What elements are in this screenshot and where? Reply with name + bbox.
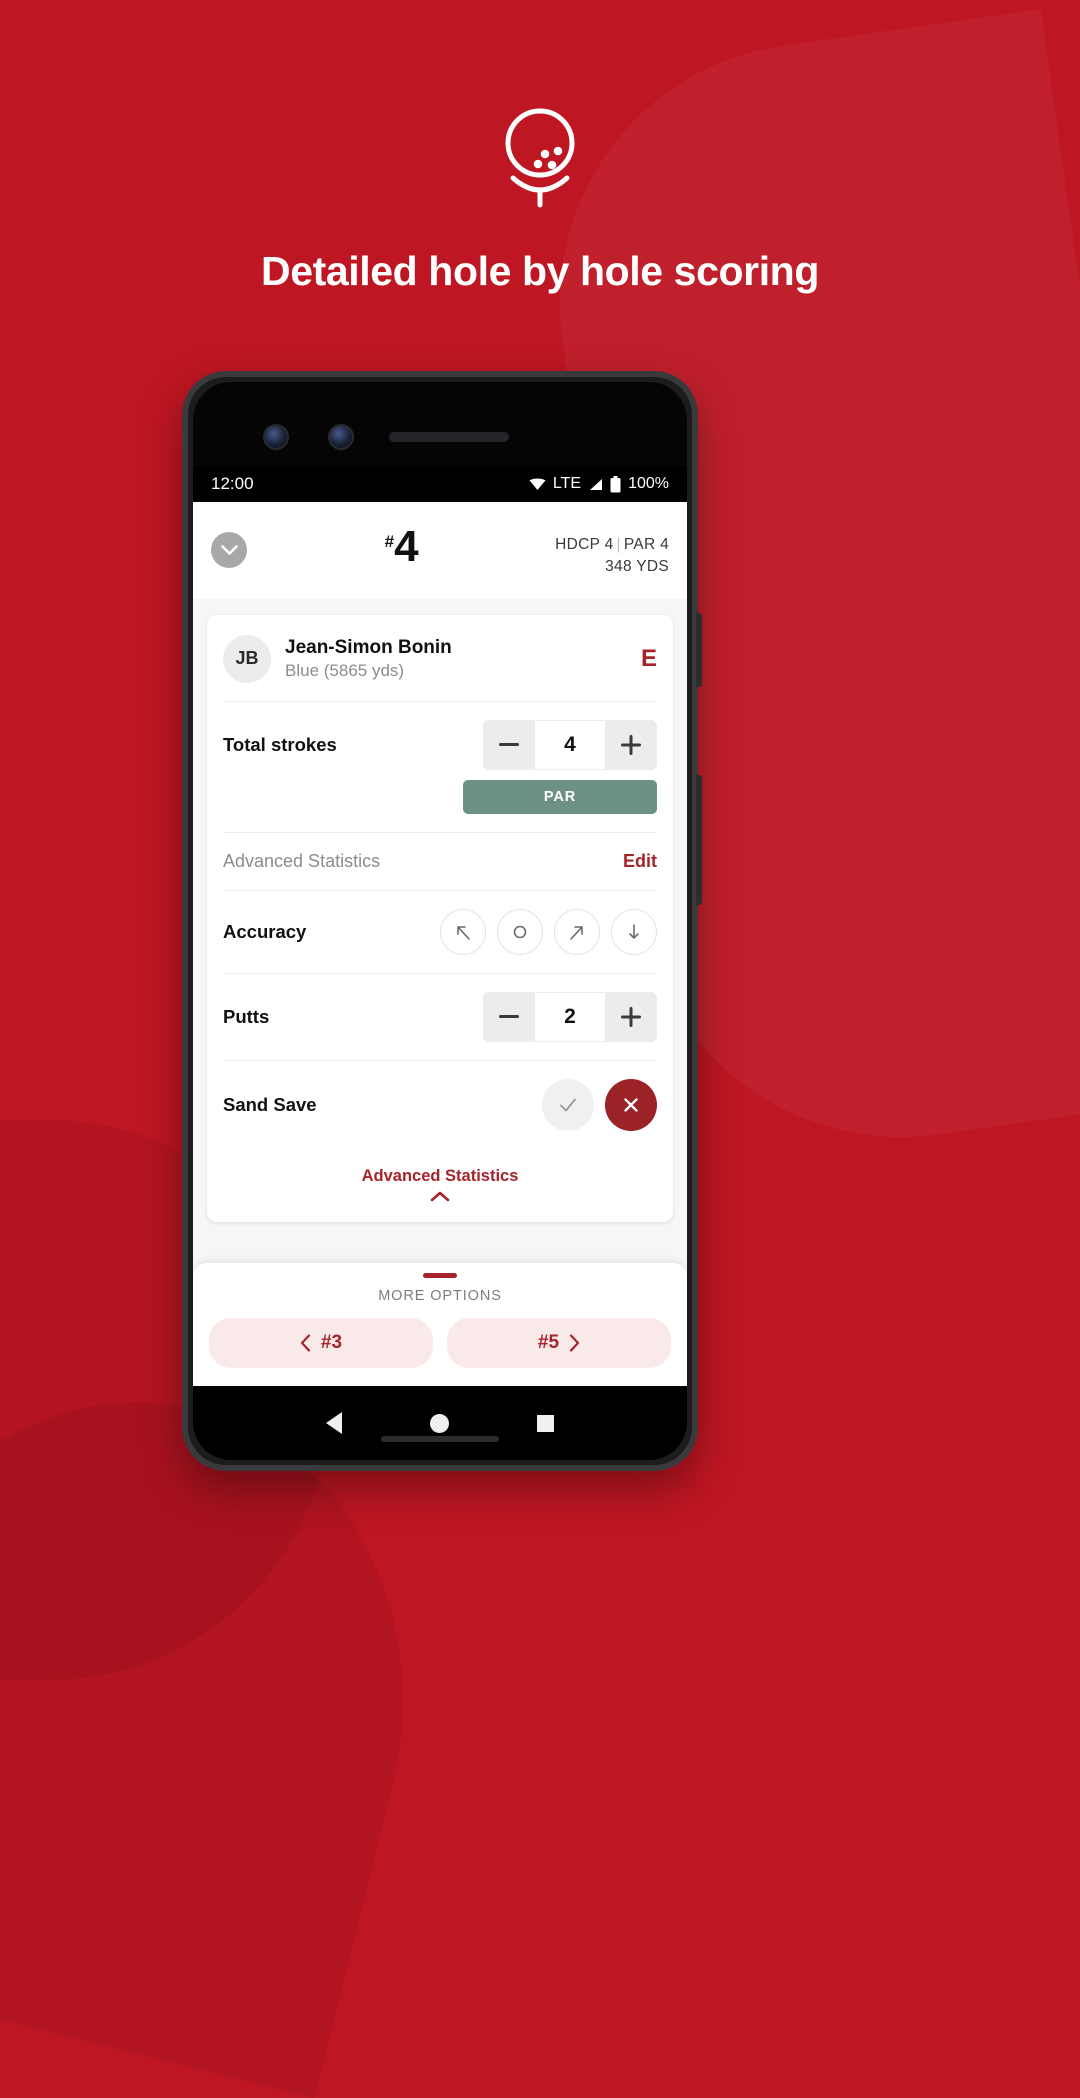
more-options-title: MORE OPTIONS — [378, 1288, 502, 1304]
total-strokes-increment-button[interactable] — [605, 719, 657, 770]
hole-hdcp: HDCP 4 — [555, 536, 614, 553]
putts-decrement-button[interactable] — [483, 991, 535, 1042]
chevron-down-icon — [220, 544, 238, 555]
putts-increment-button[interactable] — [605, 991, 657, 1042]
putts-value: 2 — [535, 991, 605, 1042]
page-title: Detailed hole by hole scoring — [261, 248, 819, 294]
accuracy-options — [440, 908, 657, 955]
putts-row: Putts 2 — [223, 974, 657, 1061]
plus-icon — [621, 1006, 641, 1027]
more-options-sheet: MORE OPTIONS #3 #5 — [193, 1263, 687, 1386]
back-triangle-icon[interactable] — [326, 1412, 342, 1434]
status-bar: 12:00 LTE 100% — [193, 466, 687, 502]
sand-save-yes-button[interactable] — [542, 1078, 594, 1131]
home-circle-icon[interactable] — [430, 1413, 449, 1433]
advanced-statistics-label: Advanced Statistics — [223, 850, 381, 871]
accuracy-row: Accuracy — [223, 891, 657, 974]
scroll-body[interactable]: JB Jean-Simon Bonin Blue (5865 yds) E To… — [193, 599, 687, 1263]
wifi-icon — [529, 478, 546, 490]
android-navigation-bar — [193, 1386, 687, 1460]
accuracy-label: Accuracy — [223, 920, 307, 942]
hole-hash-symbol: # — [384, 532, 395, 551]
sand-save-options — [542, 1078, 657, 1131]
accuracy-option-right[interactable] — [554, 908, 600, 955]
minus-icon — [499, 743, 519, 747]
next-hole-button[interactable]: #5 — [447, 1318, 671, 1368]
hole-par: PAR 4 — [623, 536, 669, 553]
chevron-left-icon — [300, 1334, 311, 1352]
status-bar-time: 12:00 — [211, 474, 254, 493]
previous-hole-button[interactable]: #3 — [209, 1318, 433, 1368]
battery-full-icon — [610, 475, 621, 492]
collapse-button[interactable] — [211, 532, 247, 568]
hole-meta: HDCP 4 | PAR 4 348 YDS — [555, 524, 669, 579]
chevron-right-icon — [569, 1334, 580, 1352]
advanced-statistics-header: Advanced Statistics Edit — [223, 833, 657, 891]
total-strokes-label: Total strokes — [223, 733, 337, 755]
player-tee: Blue (5865 yds) — [285, 660, 405, 680]
phone-side-button-lower — [696, 775, 702, 905]
cross-icon — [624, 1098, 638, 1112]
golf-ball-on-tee-icon — [505, 108, 575, 208]
score-result-badge: PAR — [463, 779, 657, 814]
total-strokes-value: 4 — [535, 719, 605, 770]
chevron-up-icon — [430, 1191, 450, 1202]
front-camera-secondary-icon — [328, 424, 354, 450]
drag-handle[interactable] — [423, 1273, 457, 1278]
edit-button[interactable]: Edit — [623, 851, 657, 872]
front-camera-icon — [263, 424, 289, 450]
phone-mockup: 12:00 LTE 100% # 4 HDCP 4 | PAR 4 348 YD… — [182, 371, 702, 1471]
phone-screen-area: 12:00 LTE 100% # 4 HDCP 4 | PAR 4 348 YD… — [193, 382, 687, 1460]
player-row[interactable]: JB Jean-Simon Bonin Blue (5865 yds) E — [223, 615, 657, 702]
status-bar-battery-text: 100% — [628, 475, 669, 492]
total-strokes-stepper[interactable]: 4 — [483, 719, 657, 770]
total-strokes-block: Total strokes 4 PAR — [223, 702, 657, 833]
total-strokes-decrement-button[interactable] — [483, 719, 535, 770]
player-score-to-par: E — [640, 644, 657, 672]
accuracy-option-center[interactable] — [497, 908, 543, 955]
status-bar-network: LTE — [552, 475, 582, 492]
sand-save-label: Sand Save — [223, 1093, 317, 1115]
phone-side-button-upper — [696, 613, 702, 687]
player-name: Jean-Simon Bonin — [285, 636, 452, 658]
hole-navigation: #3 #5 — [209, 1318, 671, 1368]
hero-section: Detailed hole by hole scoring — [0, 0, 1080, 295]
score-card: JB Jean-Simon Bonin Blue (5865 yds) E To… — [207, 614, 673, 1222]
avatar: JB — [223, 634, 271, 683]
advanced-statistics-toggle-label: Advanced Statistics — [361, 1166, 519, 1185]
arrow-down-icon — [629, 924, 639, 939]
signal-bars-icon — [590, 478, 603, 490]
hole-number: 4 — [394, 522, 419, 571]
accuracy-option-left[interactable] — [440, 908, 486, 955]
sand-save-no-button[interactable] — [605, 1078, 657, 1131]
total-strokes-row: Total strokes 4 — [223, 702, 657, 780]
app-screen: # 4 HDCP 4 | PAR 4 348 YDS JB Jean-Simon… — [193, 502, 687, 1386]
plus-icon — [621, 734, 641, 755]
hole-title: # 4 — [257, 522, 545, 571]
phone-top-hardware — [193, 416, 687, 462]
accuracy-option-short[interactable] — [611, 908, 657, 955]
putts-stepper[interactable]: 2 — [483, 991, 657, 1042]
circle-icon — [513, 925, 527, 939]
putts-label: Putts — [223, 1005, 270, 1027]
previous-hole-label: #3 — [320, 1332, 343, 1353]
minus-icon — [499, 1015, 519, 1019]
phone-bottom-speaker — [381, 1436, 499, 1442]
next-hole-label: #5 — [537, 1332, 560, 1353]
app-header: # 4 HDCP 4 | PAR 4 348 YDS — [193, 502, 687, 599]
sand-save-row: Sand Save — [223, 1061, 657, 1149]
advanced-statistics-toggle[interactable]: Advanced Statistics — [223, 1149, 657, 1222]
earpiece-speaker — [389, 432, 509, 442]
recents-square-icon[interactable] — [537, 1414, 554, 1432]
hole-yards: 348 YDS — [605, 558, 669, 576]
hole-meta-separator: | — [616, 536, 621, 553]
arrow-up-left-icon — [457, 926, 470, 940]
arrow-up-right-icon — [570, 926, 583, 940]
check-icon — [560, 1098, 576, 1112]
